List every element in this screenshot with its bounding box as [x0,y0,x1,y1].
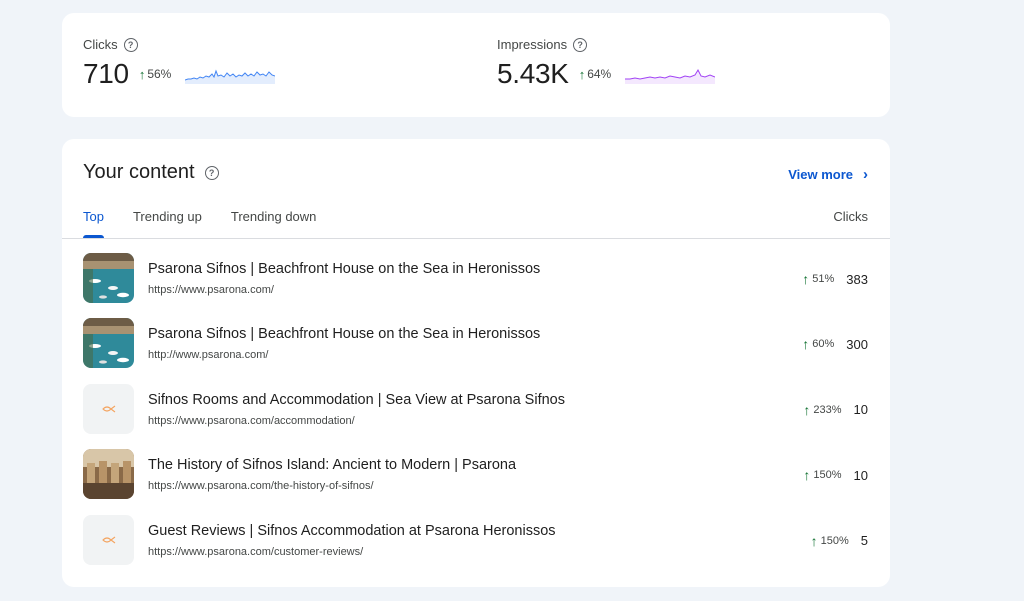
clicks-value-row: 710 ↑ 56% [83,58,276,90]
row-change: ↑ 60% [802,336,834,352]
impressions-change-value: 64% [587,67,612,81]
page-title[interactable]: The History of Sifnos Island: Ancient to… [148,457,516,473]
help-circle-icon[interactable]: ? [204,165,219,180]
content-title: Your content [83,161,195,183]
list-item[interactable]: Guest Reviews | Sifnos Accommodation at … [62,501,890,566]
page-url: https://www.psarona.com/the-history-of-s… [148,480,374,493]
interior-photo-thumbnail [83,449,134,500]
impressions-metric[interactable]: Impressions ? 5.43K ↑ 64% [497,37,716,90]
row-change: ↑ 150% [811,533,849,549]
clicks-value: 710 [83,58,129,89]
row-clicks: 383 [846,271,868,287]
page-url: https://www.psarona.com/customer-reviews… [148,545,364,558]
row-clicks: 5 [860,533,868,549]
content-card: Your content ? View more › Top Trending … [62,139,890,587]
clicks-metric[interactable]: Clicks ? 710 ↑ 56% [83,37,276,90]
row-change: ↑ 233% [803,402,841,418]
row-change-value: 150% [820,534,849,547]
list-item[interactable]: Psarona Sifnos | Beachfront House on the… [62,239,890,304]
row-change-value: 60% [812,338,835,351]
row-stats: ↑ 150% 10 [803,467,868,483]
row-clicks: 10 [853,467,868,483]
impressions-value-row: 5.43K ↑ 64% [497,58,716,90]
arrow-up-icon: ↑ [810,532,818,549]
page-title[interactable]: Guest Reviews | Sifnos Accommodation at … [148,523,556,539]
tab-top[interactable]: Top [83,209,104,238]
page-url: http://www.psarona.com/ [148,349,269,362]
impressions-label-row: Impressions ? [497,37,715,52]
row-change: ↑ 150% [803,467,841,483]
fish-logo-thumbnail [83,383,134,434]
row-clicks: 10 [853,402,868,418]
impressions-label: Impressions [497,37,568,52]
row-change-value: 233% [813,403,842,416]
arrow-up-icon: ↑ [802,336,810,353]
clicks-sparkline [185,69,276,84]
clicks-change-value: 56% [147,67,172,81]
page-title[interactable]: Psarona Sifnos | Beachfront House on the… [148,326,540,342]
clicks-change: ↑ 56% [139,67,172,82]
arrow-up-icon: ↑ [803,401,811,418]
fish-logo-icon [101,405,115,413]
impressions-change: ↑ 64% [579,67,612,82]
tab-trending-down[interactable]: Trending down [231,209,317,238]
list-item[interactable]: The History of Sifnos Island: Ancient to… [62,435,890,500]
list-item[interactable]: Psarona Sifnos | Beachfront House on the… [62,304,890,369]
harbor-photo-thumbnail [83,253,134,303]
page-url: https://www.psarona.com/ [148,284,274,296]
row-change-value: 51% [812,273,835,285]
list-item[interactable]: Sifnos Rooms and Accommodation | Sea Vie… [62,370,890,435]
impressions-sparkline [625,68,716,84]
help-circle-icon[interactable]: ? [573,37,588,52]
row-stats: ↑ 233% 10 [803,402,868,418]
arrow-up-icon: ↑ [578,66,586,82]
page-title[interactable]: Sifnos Rooms and Accommodation | Sea Vie… [148,392,565,408]
chevron-right-icon: › [863,166,868,183]
view-more-button[interactable]: View more › [788,166,868,183]
page-title[interactable]: Psarona Sifnos | Beachfront House on the… [148,261,540,277]
clicks-label-row: Clicks ? [83,37,275,52]
impressions-value: 5.43K [497,58,569,89]
content-header: Your content ? [83,161,219,184]
row-stats: ↑ 51% 383 [802,271,868,287]
fish-logo-thumbnail [83,514,134,565]
row-stats: ↑ 150% 5 [811,533,868,549]
fish-logo-icon [101,536,115,544]
arrow-up-icon: ↑ [802,271,810,287]
clicks-label: Clicks [83,37,118,52]
content-tabs: Top Trending up Trending down [83,209,316,238]
row-clicks: 300 [846,336,868,352]
arrow-up-icon: ↑ [803,467,811,484]
row-change: ↑ 51% [802,271,834,287]
row-stats: ↑ 60% 300 [802,336,868,352]
tab-trending-up[interactable]: Trending up [133,209,202,238]
content-list: Psarona Sifnos | Beachfront House on the… [62,239,890,566]
metrics-card: Clicks ? 710 ↑ 56% Impressions ? 5.43K ↑… [62,13,890,117]
harbor-photo-thumbnail [83,318,134,369]
view-more-label: View more [788,167,853,182]
row-change-value: 150% [813,469,842,482]
arrow-up-icon: ↑ [138,66,146,82]
help-circle-icon[interactable]: ? [123,37,138,52]
clicks-column-header: Clicks [833,209,868,224]
page-url: https://www.psarona.com/accommodation/ [148,414,355,427]
